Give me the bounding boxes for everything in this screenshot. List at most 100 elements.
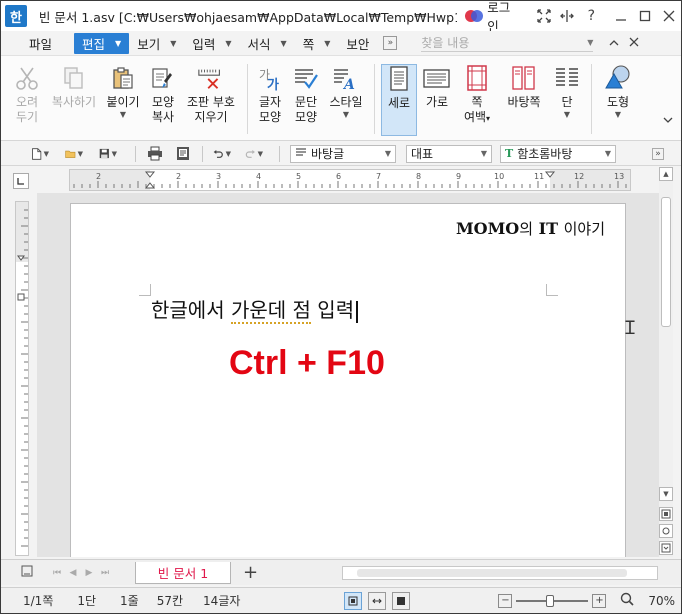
ribbon-collapse-icon[interactable] bbox=[609, 37, 619, 50]
maximize-button[interactable] bbox=[633, 4, 657, 28]
font-lang-select[interactable]: 대표 ▼ bbox=[406, 144, 492, 163]
undo-button[interactable]: ▼ bbox=[213, 145, 231, 163]
style-select-value: 바탕글 bbox=[311, 147, 345, 161]
menu-insert[interactable]: 입력 ▼ bbox=[184, 33, 239, 54]
menu-format[interactable]: 서식 ▼ bbox=[240, 33, 295, 54]
status-page[interactable]: 1/1쪽 bbox=[23, 592, 53, 609]
copy-button[interactable]: 복사하기 bbox=[47, 64, 101, 136]
document-text-line[interactable]: 한글에서 가운데 점 입력 bbox=[151, 294, 359, 324]
background-page-button[interactable]: 바탕쪽 bbox=[501, 64, 547, 136]
format-copy-button[interactable]: 모양 복사 bbox=[145, 64, 181, 136]
cut-button[interactable]: 오려 두기 bbox=[7, 64, 47, 136]
zoom-slider[interactable] bbox=[516, 594, 589, 607]
open-button[interactable]: ▼ bbox=[65, 145, 83, 163]
char-shape-label-1: 글자 bbox=[258, 95, 282, 109]
menu-more-button[interactable]: » bbox=[383, 36, 398, 50]
style-select[interactable]: 바탕글 ▼ bbox=[290, 144, 396, 163]
search-input[interactable]: 찾을 내용 ▼ bbox=[421, 34, 594, 52]
window-title: 빈 문서 1.asv [C:₩Users₩ohjaesam₩AppData₩Lo… bbox=[38, 9, 458, 25]
split-view-icon[interactable] bbox=[555, 4, 579, 28]
watermark-possessive: 의 bbox=[519, 220, 534, 238]
text-part-2: 입력 bbox=[310, 298, 355, 322]
horizontal-ruler[interactable]: 2 2 3 4 5 6 7 8 9 10 11 12 13 bbox=[69, 169, 631, 191]
login-button[interactable]: 로그인 bbox=[465, 1, 521, 35]
columns-button[interactable]: 단 ▼ bbox=[549, 64, 585, 136]
fit-width-button[interactable] bbox=[368, 591, 387, 610]
prev-page-button[interactable] bbox=[659, 507, 673, 521]
clear-marks-icon bbox=[197, 64, 225, 92]
chevron-down-icon: ▼ bbox=[384, 149, 391, 158]
font-select-value: 함초롬바탕 bbox=[517, 147, 573, 161]
zoom-search-icon[interactable] bbox=[620, 592, 634, 609]
prev-tab-button[interactable]: ◀ bbox=[65, 568, 81, 578]
chevron-down-icon[interactable]: ▼ bbox=[226, 150, 231, 158]
toolbar-more-icon[interactable]: » bbox=[652, 147, 664, 160]
document-page[interactable]: MOMO의 IT 이야기 한글에서 가운데 점 입력 Ctrl + F10 Ｉ bbox=[70, 203, 639, 557]
landscape-label: 가로 bbox=[425, 95, 449, 109]
ruler-corner-button[interactable] bbox=[13, 173, 29, 189]
print-button[interactable] bbox=[146, 145, 164, 163]
next-tab-button[interactable]: ▶ bbox=[81, 568, 97, 578]
redo-button[interactable]: ▼ bbox=[245, 145, 263, 163]
zoom-slider-thumb[interactable] bbox=[546, 594, 555, 607]
ribbon-expand-icon[interactable] bbox=[663, 116, 673, 127]
close-button[interactable] bbox=[657, 4, 681, 28]
scroll-thumb[interactable] bbox=[661, 197, 671, 327]
page-view-icon[interactable] bbox=[21, 565, 33, 580]
page-nav-icon[interactable] bbox=[659, 524, 673, 538]
chevron-down-icon[interactable]: ▼ bbox=[112, 150, 117, 158]
zoom-out-button[interactable]: − bbox=[498, 593, 513, 608]
menu-edit[interactable]: 편집 ▼ bbox=[74, 32, 130, 54]
scroll-up-button[interactable]: ▲ bbox=[659, 167, 673, 181]
paste-button[interactable]: 붙이기 ▼ bbox=[101, 64, 145, 136]
font-select[interactable]: T 함초롬바탕 ▼ bbox=[500, 144, 616, 163]
scroll-down-button[interactable]: ▼ bbox=[659, 487, 673, 501]
landscape-button[interactable]: 가로 bbox=[419, 64, 455, 136]
chevron-down-icon[interactable]: ▼ bbox=[44, 150, 49, 158]
svg-text:13: 13 bbox=[614, 172, 624, 181]
zoom-in-button[interactable]: + bbox=[592, 593, 607, 608]
chevron-down-icon[interactable]: ▼ bbox=[258, 150, 263, 158]
tab-document-1[interactable]: 빈 문서 1 bbox=[135, 561, 231, 584]
shapes-button[interactable]: 도형 ▼ bbox=[598, 64, 638, 136]
menu-bar: 파일 편집 ▼ 보기 ▼ 입력 ▼ 서식 ▼ 쪽 ▼ 보안 » 찾을 내용 ▼ bbox=[1, 31, 681, 56]
menu-file[interactable]: 파일 bbox=[21, 33, 60, 54]
preview-button[interactable] bbox=[174, 145, 192, 163]
menu-view[interactable]: 보기 ▼ bbox=[129, 33, 184, 54]
fullscreen-icon[interactable] bbox=[532, 4, 556, 28]
clear-marks-button[interactable]: 조판 부호 지우기 bbox=[181, 64, 241, 136]
para-shape-button[interactable]: 문단 모양 bbox=[288, 64, 324, 136]
menu-page[interactable]: 쪽 ▼ bbox=[295, 33, 339, 54]
vertical-scrollbar[interactable]: ▲ ▼ bbox=[659, 167, 673, 557]
normal-view-button[interactable] bbox=[344, 591, 363, 610]
style-button[interactable]: A 스타일 ▼ bbox=[324, 64, 368, 136]
menu-security[interactable]: 보안 bbox=[338, 33, 377, 54]
toolbar-separator bbox=[279, 145, 280, 162]
page-margin-label-2: 여백▾ bbox=[463, 110, 491, 124]
minimize-button[interactable] bbox=[609, 4, 633, 28]
shortcut-text[interactable]: Ctrl + F10 bbox=[229, 344, 385, 383]
full-page-button[interactable] bbox=[392, 591, 411, 610]
app-icon[interactable]: 한 bbox=[5, 5, 27, 27]
doc-close-icon[interactable] bbox=[629, 37, 639, 50]
chevron-down-icon[interactable]: ▼ bbox=[587, 38, 593, 47]
next-page-button[interactable] bbox=[659, 541, 673, 555]
zoom-level[interactable]: 70% bbox=[648, 594, 675, 608]
portrait-button[interactable]: 세로 bbox=[381, 64, 417, 136]
char-shape-button[interactable]: 가가 글자 모양 bbox=[252, 64, 288, 136]
new-document-button[interactable]: ▼ bbox=[31, 145, 49, 163]
menu-file-label: 파일 bbox=[29, 36, 53, 52]
document-canvas[interactable]: MOMO의 IT 이야기 한글에서 가운데 점 입력 Ctrl + F10 Ｉ bbox=[37, 193, 659, 557]
vertical-ruler[interactable] bbox=[15, 201, 29, 556]
last-tab-button[interactable]: ⏭ bbox=[97, 568, 113, 578]
help-button[interactable]: ? bbox=[579, 4, 603, 28]
printer-icon bbox=[148, 146, 162, 161]
svg-text:8: 8 bbox=[416, 172, 421, 181]
save-button[interactable]: ▼ bbox=[99, 145, 117, 163]
hscroll-thumb[interactable] bbox=[357, 568, 628, 577]
chevron-down-icon[interactable]: ▼ bbox=[78, 150, 83, 158]
page-margin-button[interactable]: 쪽 여백▾ bbox=[457, 64, 497, 136]
first-tab-button[interactable]: ⏮ bbox=[49, 568, 65, 578]
horizontal-scrollbar[interactable] bbox=[342, 565, 659, 580]
add-tab-button[interactable]: + bbox=[243, 562, 258, 583]
